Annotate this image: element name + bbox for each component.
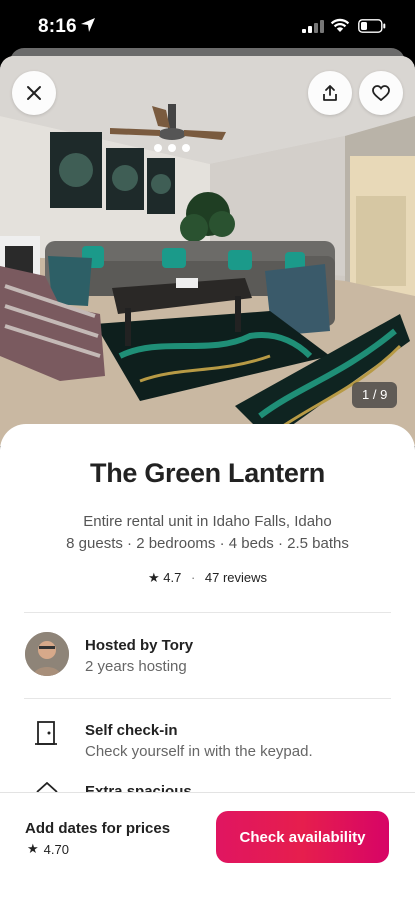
price-label[interactable]: Add dates for prices — [25, 820, 170, 837]
footer-rating: ★ 4.70 — [27, 841, 69, 857]
reviews-link[interactable]: 47 reviews — [205, 570, 267, 585]
listing-details: 8 guests · 2 bedrooms · 4 beds · 2.5 bat… — [66, 535, 349, 552]
rating-value: 4.7 — [163, 570, 182, 585]
wifi-icon — [330, 18, 350, 32]
door-icon — [35, 721, 57, 745]
close-button[interactable] — [12, 71, 56, 115]
host-experience: 2 years hosting — [85, 658, 187, 675]
booking-footer: Add dates for prices ★ 4.70 Check availa… — [0, 792, 415, 900]
listing-subtitle: Entire rental unit in Idaho Falls, Idaho — [83, 513, 332, 530]
highlight-title: Self check-in — [85, 722, 178, 739]
star-icon: ★ — [147, 570, 160, 585]
listing-title: The Green Lantern — [90, 458, 325, 488]
footer-rating-value: 4.70 — [43, 841, 69, 857]
star-icon: ★ — [27, 841, 39, 856]
location-arrow-icon — [81, 18, 95, 32]
share-button[interactable] — [308, 71, 352, 115]
host-avatar[interactable] — [25, 632, 69, 676]
save-to-wishlist-button[interactable] — [359, 71, 403, 115]
photo-counter: 1 / 9 — [352, 382, 398, 408]
highlight-description: Check yourself in with the keypad. — [85, 743, 313, 760]
separator-dot: · — [190, 570, 196, 585]
status-bar: 8:16 — [0, 0, 415, 54]
heart-icon — [372, 85, 390, 101]
battery-icon — [358, 19, 386, 33]
check-availability-button[interactable]: Check availability — [216, 811, 389, 863]
host-name: Hosted by Tory — [85, 637, 194, 654]
rating-summary[interactable]: ★ 4.7 · 47 reviews — [0, 570, 415, 586]
cellular-signal-icon — [302, 20, 324, 33]
close-icon — [27, 86, 41, 100]
house-icon — [36, 782, 58, 792]
divider — [24, 698, 391, 699]
status-time: 8:16 — [38, 16, 77, 37]
share-icon — [323, 85, 337, 101]
host-photo — [25, 632, 69, 676]
divider — [24, 612, 391, 613]
